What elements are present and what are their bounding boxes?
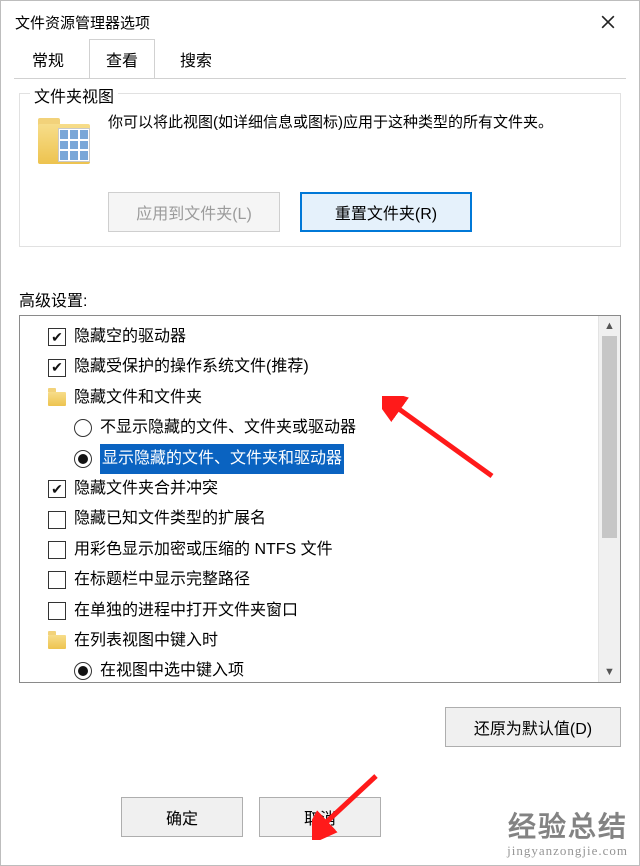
opt-label: 在列表视图中键入时 — [74, 626, 218, 656]
opt-color-ntfs[interactable]: 用彩色显示加密或压缩的 NTFS 文件 — [30, 535, 594, 565]
advanced-scrollbar[interactable]: ▲ ▼ — [598, 316, 620, 682]
checkbox-icon[interactable] — [48, 359, 66, 377]
opt-label: 隐藏空的驱动器 — [74, 322, 186, 352]
radio-icon[interactable] — [74, 419, 92, 437]
opt-label: 不显示隐藏的文件、文件夹或驱动器 — [100, 413, 356, 443]
apply-to-folders-button: 应用到文件夹(L) — [108, 192, 280, 232]
scroll-down-icon[interactable]: ▼ — [599, 662, 620, 682]
tab-general[interactable]: 常规 — [15, 39, 81, 78]
opt-hide-empty-drives[interactable]: 隐藏空的驱动器 — [30, 322, 594, 352]
opt-label: 隐藏文件夹合并冲突 — [74, 474, 218, 504]
folder-views-icon — [34, 116, 94, 176]
advanced-label: 高级设置: — [19, 287, 621, 311]
opt-label: 隐藏已知文件类型的扩展名 — [74, 504, 266, 534]
opt-hide-merge-conflict[interactable]: 隐藏文件夹合并冲突 — [30, 474, 594, 504]
opt-radio-dont-show-hidden[interactable]: 不显示隐藏的文件、文件夹或驱动器 — [30, 413, 594, 443]
scroll-thumb[interactable] — [602, 336, 617, 538]
tab-search[interactable]: 搜索 — [163, 39, 229, 78]
watermark: 经验总结 jingyanzongjie.com — [507, 813, 628, 858]
reset-folders-button[interactable]: 重置文件夹(R) — [300, 192, 472, 232]
opt-hide-protected-os[interactable]: 隐藏受保护的操作系统文件(推荐) — [30, 352, 594, 382]
tabs: 常规 查看 搜索 — [1, 43, 639, 79]
opt-separate-process[interactable]: 在单独的进程中打开文件夹窗口 — [30, 596, 594, 626]
titlebar: 文件资源管理器选项 — [1, 1, 639, 43]
tab-page-view: 文件夹视图 你可以将此视图(如详细信息或图标)应用于这种类型的所有文件夹。 应用… — [1, 79, 639, 865]
opt-radio-select-typed[interactable]: 在视图中选中键入项 — [30, 656, 594, 682]
radio-icon[interactable] — [74, 662, 92, 680]
checkbox-icon[interactable] — [48, 541, 66, 559]
scroll-up-icon[interactable]: ▲ — [599, 316, 620, 336]
tab-underline — [14, 78, 626, 79]
radio-icon[interactable] — [74, 450, 92, 468]
checkbox-icon[interactable] — [48, 511, 66, 529]
opt-hidden-files-folder[interactable]: 隐藏文件和文件夹 — [30, 383, 594, 413]
opt-listview-type[interactable]: 在列表视图中键入时 — [30, 626, 594, 656]
checkbox-icon[interactable] — [48, 571, 66, 589]
folderview-desc: 你可以将此视图(如详细信息或图标)应用于这种类型的所有文件夹。 — [108, 112, 553, 176]
checkbox-icon[interactable] — [48, 480, 66, 498]
cancel-button[interactable]: 取消 — [259, 797, 381, 837]
opt-label: 在单独的进程中打开文件夹窗口 — [74, 596, 298, 626]
advanced-settings-list: 隐藏空的驱动器 隐藏受保护的操作系统文件(推荐) 隐藏文件和文件夹 不显示隐藏的… — [20, 316, 598, 682]
opt-label-selected: 显示隐藏的文件、文件夹和驱动器 — [100, 444, 344, 474]
dialog-window: 文件资源管理器选项 常规 查看 搜索 文件夹视图 你可以将此视图(如详细信息或图… — [0, 0, 640, 866]
tab-view[interactable]: 查看 — [89, 39, 155, 78]
folder-icon — [48, 635, 66, 649]
checkbox-icon[interactable] — [48, 602, 66, 620]
opt-full-path-title[interactable]: 在标题栏中显示完整路径 — [30, 565, 594, 595]
scroll-track[interactable] — [599, 336, 620, 662]
folderview-legend: 文件夹视图 — [30, 83, 118, 107]
opt-label: 隐藏受保护的操作系统文件(推荐) — [74, 352, 309, 382]
window-title: 文件资源管理器选项 — [15, 12, 150, 33]
folderview-group: 文件夹视图 你可以将此视图(如详细信息或图标)应用于这种类型的所有文件夹。 应用… — [19, 93, 621, 247]
ok-button[interactable]: 确定 — [121, 797, 243, 837]
opt-hide-known-ext[interactable]: 隐藏已知文件类型的扩展名 — [30, 504, 594, 534]
folder-icon — [48, 392, 66, 406]
opt-radio-show-hidden[interactable]: 显示隐藏的文件、文件夹和驱动器 — [30, 444, 594, 474]
watermark-line1: 经验总结 — [507, 813, 628, 844]
checkbox-icon[interactable] — [48, 328, 66, 346]
watermark-line2: jingyanzongjie.com — [507, 844, 628, 858]
opt-label: 在标题栏中显示完整路径 — [74, 565, 250, 595]
opt-label: 用彩色显示加密或压缩的 NTFS 文件 — [74, 535, 333, 565]
opt-label: 在视图中选中键入项 — [100, 656, 244, 682]
close-button[interactable] — [583, 1, 633, 43]
advanced-settings-box: 隐藏空的驱动器 隐藏受保护的操作系统文件(推荐) 隐藏文件和文件夹 不显示隐藏的… — [19, 315, 621, 683]
restore-defaults-button[interactable]: 还原为默认值(D) — [445, 707, 621, 747]
opt-label: 隐藏文件和文件夹 — [74, 383, 202, 413]
